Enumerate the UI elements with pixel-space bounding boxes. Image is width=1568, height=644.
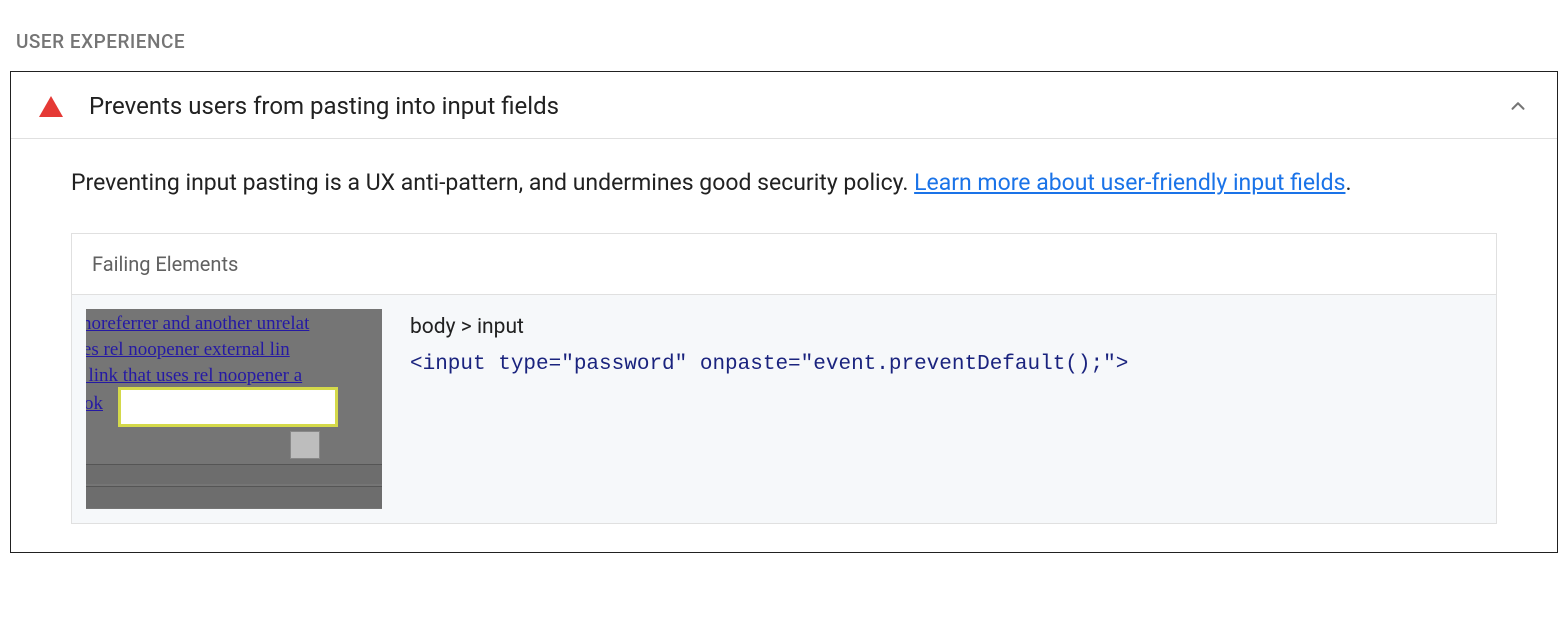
thumbnail-band: [86, 486, 382, 508]
element-screenshot-thumbnail[interactable]: noreferrer and another unrelat t uses re…: [86, 309, 382, 509]
audit-body: Preventing input pasting is a UX anti-pa…: [11, 139, 1557, 552]
chevron-up-icon[interactable]: [1507, 95, 1529, 117]
thumbnail-text-line: noreferrer and another unrelat: [86, 313, 309, 335]
audit-description-post: .: [1345, 169, 1351, 196]
audit-description: Preventing input pasting is a UX anti-pa…: [71, 165, 1497, 201]
failing-elements-box: Failing Elements noreferrer and another …: [71, 233, 1497, 524]
thumbnail-text-line: t uses rel noopener external lin: [86, 339, 290, 361]
audit-header[interactable]: Prevents users from pasting into input f…: [11, 72, 1557, 139]
section-heading: USER EXPERIENCE: [16, 30, 1558, 53]
learn-more-link[interactable]: Learn more about user-friendly input fie…: [914, 169, 1345, 196]
audit-title: Prevents users from pasting into input f…: [89, 92, 1507, 120]
warning-triangle-icon: [39, 96, 63, 117]
highlighted-input-box: [118, 387, 338, 427]
failing-element-row: noreferrer and another unrelat t uses re…: [72, 295, 1496, 523]
broken-image-icon: [290, 431, 320, 459]
failing-elements-header: Failing Elements: [72, 234, 1496, 295]
element-html-snippet: <input type="password" onpaste="event.pr…: [410, 353, 1482, 376]
thumbnail-text-line: al link that uses rel noopener a: [86, 365, 302, 387]
element-selector-path: body > input: [410, 315, 1482, 339]
audit-description-text: Preventing input pasting is a UX anti-pa…: [71, 169, 914, 196]
failing-element-detail: body > input <input type="password" onpa…: [410, 309, 1482, 376]
audit-panel: Prevents users from pasting into input f…: [10, 71, 1558, 553]
thumbnail-band: [86, 464, 382, 484]
thumbnail-text-line: ok: [86, 393, 103, 415]
